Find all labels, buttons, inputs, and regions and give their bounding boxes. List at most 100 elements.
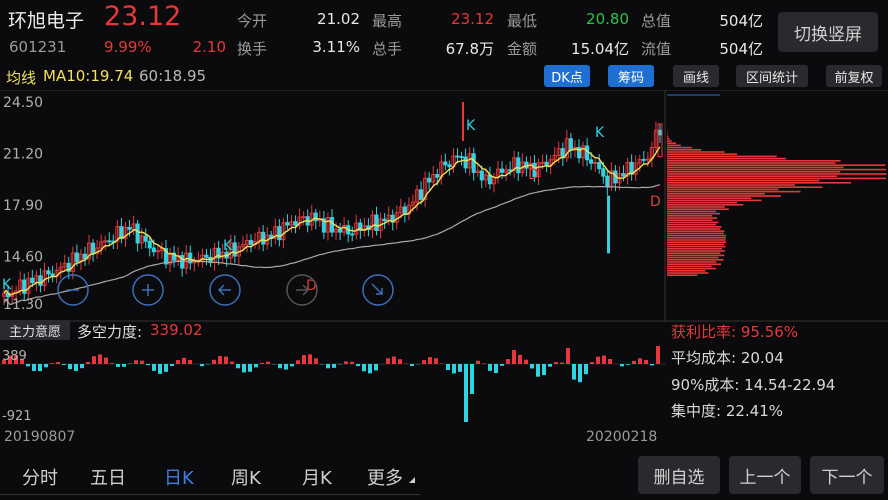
chip-bar [667, 210, 717, 213]
force-bar [236, 364, 240, 369]
force-bar [308, 354, 312, 364]
force-bar [362, 364, 366, 372]
candle-body [285, 222, 290, 226]
quote-header: 环旭电子 23.12 601231 9.99% 2.10 今开 21.02 换手… [0, 0, 888, 62]
ma60-value: 60:18.95 [139, 67, 207, 85]
volume-value: 67.8万 [445, 40, 494, 58]
candle-body [641, 158, 646, 161]
force-bar [572, 364, 576, 380]
force-bar [218, 356, 222, 364]
next-stock-button[interactable]: 下一个 [810, 456, 884, 494]
amount-label: 金额 [507, 40, 538, 58]
candle-body [459, 156, 464, 159]
collapse-icon[interactable] [362, 274, 394, 306]
chip-bar [667, 252, 721, 254]
zoom-out-icon[interactable] [57, 274, 89, 306]
force-bar [554, 362, 558, 364]
ma-label[interactable]: 均线 [6, 67, 36, 88]
stock-price: 23.12 [104, 1, 182, 32]
force-bar [482, 363, 486, 364]
force-bar [80, 364, 84, 369]
chip-bar [667, 173, 887, 175]
chip-button[interactable]: 筹码 [608, 65, 654, 87]
low-label: 最低 [507, 12, 538, 30]
range-stats-button[interactable]: 区间统计 [736, 65, 808, 87]
force-bar [464, 364, 468, 422]
main-force-button[interactable]: 主力意愿 [0, 320, 70, 340]
force-bar [500, 364, 504, 366]
candle-body [382, 218, 387, 222]
force-bar [182, 357, 186, 364]
force-bar [476, 360, 480, 364]
force-bar [560, 362, 564, 364]
tab-daily[interactable]: 日K [164, 464, 194, 490]
candle-body [350, 233, 355, 236]
force-bar [50, 363, 54, 364]
force-bar [458, 364, 462, 372]
candle-body [151, 247, 156, 253]
force-bar [62, 364, 66, 365]
force-bar [332, 364, 336, 368]
tab-intraday[interactable]: 分时 [22, 464, 58, 490]
force-axis-bottom: -921 [2, 409, 32, 424]
chip-bar [667, 195, 781, 197]
candle-body [463, 156, 468, 169]
zoom-in-icon[interactable] [132, 274, 164, 306]
candle-body [91, 242, 96, 254]
kline-chart[interactable]: K K K K D D D 24.50 21.20 17.90 14.60 11.30 [0, 90, 888, 322]
chip-bar [667, 190, 801, 193]
concentration: 集中度: 22.41% [671, 402, 784, 420]
force-bar [104, 357, 108, 364]
draw-line-button[interactable]: 画线 [673, 65, 719, 87]
chip-bar [667, 261, 717, 263]
force-bar [128, 363, 132, 364]
tab-divider [0, 494, 420, 495]
tab-more[interactable]: 更多 [367, 464, 403, 490]
chip-bar [667, 138, 670, 140]
force-bar [200, 364, 204, 367]
chip-bar [667, 265, 712, 268]
long-short-value: 339.02 [150, 321, 203, 339]
force-bar [230, 361, 234, 364]
switch-portrait-button[interactable]: 切换竖屏 [778, 12, 878, 52]
force-bar [428, 357, 432, 364]
tab-monthly[interactable]: 月K [302, 464, 332, 490]
force-bar [92, 356, 96, 364]
force-bar [542, 364, 546, 376]
candle-body [435, 174, 440, 178]
force-bar [86, 361, 90, 364]
candle-body [621, 173, 626, 177]
candle-body [657, 129, 663, 136]
stock-code: 601231 [9, 38, 67, 56]
chip-bar [667, 155, 777, 158]
force-bar [176, 360, 180, 364]
force-bar [164, 364, 168, 372]
force-bar [488, 364, 492, 371]
chip-bar [667, 230, 725, 232]
force-bar [608, 358, 612, 364]
arrow-glyph [217, 284, 231, 296]
scroll-left-icon[interactable] [209, 274, 241, 306]
force-bar [56, 362, 60, 364]
chip-bar [667, 223, 716, 226]
chip-bar [667, 142, 676, 144]
chip-bar [667, 157, 787, 160]
force-indicator-chart[interactable]: 389 -921 [0, 342, 666, 426]
candle-body [500, 168, 505, 173]
tab-weekly[interactable]: 周K [231, 464, 261, 490]
force-bar [26, 364, 30, 367]
dk-point-button[interactable]: DK点 [544, 65, 590, 87]
tab-five-day[interactable]: 五日 [90, 464, 126, 490]
remove-watchlist-button[interactable]: 删自选 [638, 456, 720, 494]
force-bar [158, 364, 162, 374]
forward-adjust-button[interactable]: 前复权 [826, 65, 882, 87]
previous-stock-button[interactable]: 上一个 [729, 456, 801, 494]
force-bar [386, 358, 390, 364]
force-bar [494, 364, 498, 374]
chip-bar [667, 239, 726, 241]
candle-body [293, 221, 298, 226]
candle-body [22, 279, 27, 294]
force-bar [470, 364, 474, 394]
candle-body [147, 240, 152, 249]
chip-bar [667, 245, 726, 248]
